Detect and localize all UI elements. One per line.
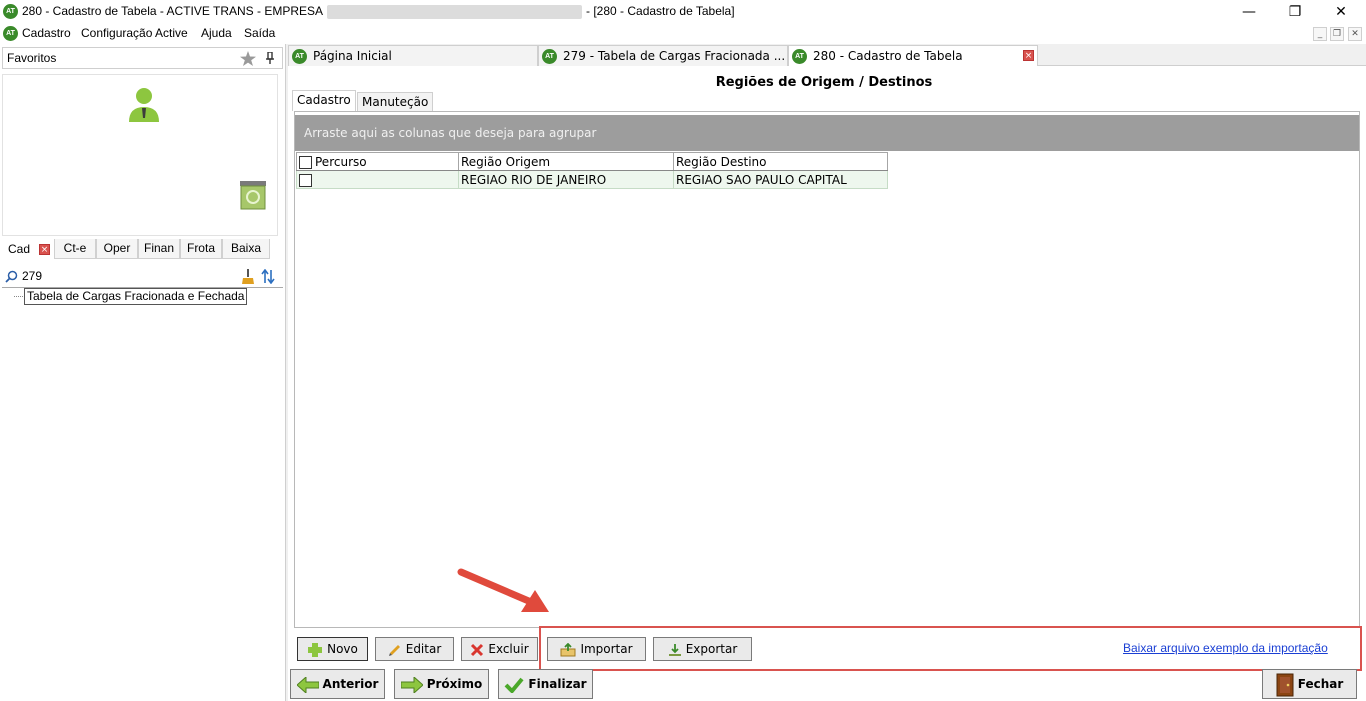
tab-280-cadastro-tabela[interactable]: AT 280 - Cadastro de Tabela × [788,45,1038,67]
menu-ajuda[interactable]: Ajuda [201,26,232,40]
cell-regiao-destino[interactable]: REGIAO SAO PAULO CAPITAL [673,170,888,189]
left-tab-label: Oper [103,241,131,255]
maximize-window-button[interactable]: ❐ [1272,2,1318,22]
pin-icon[interactable] [265,52,275,65]
tree-item-tabela-cargas[interactable]: Tabela de Cargas Fracionada e Fechada [24,288,248,305]
minimize-icon: _ [1317,29,1323,39]
novo-button[interactable]: Novo [297,637,368,661]
left-tab-finan[interactable]: Finan [138,239,180,259]
search-icon [5,270,18,283]
window-title-right: - [280 - Cadastro de Tabela] [586,4,735,18]
left-tab-oper[interactable]: Oper [96,239,138,259]
excluir-button[interactable]: Excluir [461,637,538,661]
fechar-button[interactable]: Fechar [1262,669,1357,699]
left-tab-label: Ct-e [63,241,87,255]
subtab-cadastro[interactable]: Cadastro [292,90,356,111]
main-content: Regiões de Origem / Destinos Cadastro Ma… [288,66,1366,701]
cell-percurso[interactable] [296,170,459,189]
maximize-icon: ❐ [1288,4,1302,20]
mdi-close-button[interactable]: ✕ [1348,27,1362,41]
regions-table: Percurso Região Origem Região Destino RE… [296,152,888,189]
subtab-label: Cadastro [297,93,351,107]
table-row[interactable]: REGIAO RIO DE JANEIRO REGIAO SAO PAULO C… [296,170,888,189]
left-module-tabs: Cad × Ct-e Oper Finan Frota Baixa [2,239,280,259]
column-header-regiao-destino[interactable]: Região Destino [673,152,888,171]
door-exit-icon [1276,673,1294,696]
app-logo-icon: AT [3,4,18,19]
recycle-bin-icon[interactable] [237,179,269,211]
menu-bar: AT Cadastro Configuração Active Ajuda Sa… [0,24,1366,44]
menu-saida[interactable]: Saída [244,26,275,40]
cell-regiao-origem[interactable]: REGIAO RIO DE JANEIRO [458,170,674,189]
user-icon[interactable] [127,87,161,123]
column-header-percurso[interactable]: Percurso [296,152,459,171]
plus-icon [308,642,323,657]
close-icon: ✕ [1351,29,1359,39]
left-panel: Favoritos Cad × Ct-e Oper Finan Frota Ba… [0,44,286,701]
restore-icon: ❐ [1332,29,1342,39]
subtab-label: Manuteção [362,95,429,109]
arrow-right-icon [400,676,423,693]
favorites-bar: Favoritos [2,47,283,69]
left-tab-cte[interactable]: Ct-e [54,239,96,259]
window-title: 280 - Cadastro de Tabela - ACTIVE TRANS … [22,4,735,19]
mdi-minimize-button[interactable]: _ [1313,27,1327,41]
left-tab-frota[interactable]: Frota [180,239,222,259]
left-tab-label: Finan [143,241,175,255]
broom-clear-icon[interactable] [242,269,254,284]
window-title-left: 280 - Cadastro de Tabela - ACTIVE TRANS … [22,4,324,18]
proximo-button[interactable]: Próximo [394,669,489,699]
left-tab-baixa[interactable]: Baixa [222,239,270,259]
minimize-window-button[interactable]: — [1226,2,1272,22]
group-by-panel[interactable]: Arraste aqui as colunas que deseja para … [295,115,1359,151]
close-tab-icon[interactable]: × [1023,50,1034,61]
menu-search-row: 279 [2,266,283,288]
title-bar: AT 280 - Cadastro de Tabela - ACTIVE TRA… [0,0,1366,24]
minimize-icon: — [1242,4,1256,20]
tab-label: 279 - Tabela de Cargas Fracionada ... [563,49,786,63]
sort-icon[interactable] [261,269,275,284]
tree-connector [14,296,23,297]
menu-cadastro[interactable]: Cadastro [22,26,71,40]
tab-279-tabela-cargas[interactable]: AT 279 - Tabela de Cargas Fracionada ... [538,45,788,66]
left-tab-label: Frota [186,241,215,255]
editar-button[interactable]: Editar [375,637,454,661]
left-tab-label: Cad [8,242,31,256]
table-header-row: Percurso Região Origem Região Destino [296,152,888,171]
select-all-checkbox[interactable] [299,155,312,169]
finalizar-button[interactable]: Finalizar [498,669,593,699]
arrow-left-icon [296,676,319,693]
document-tabs: AT Página Inicial AT 279 - Tabela de Car… [288,44,1366,67]
favorites-area [2,74,278,236]
checkmark-icon [504,677,524,693]
app-logo-icon: AT [792,49,807,64]
app-logo-icon: AT [292,49,307,64]
star-icon[interactable] [240,51,256,66]
left-tab-cad[interactable]: Cad × [2,239,54,259]
anterior-button[interactable]: Anterior [290,669,385,699]
favorites-label: Favoritos [7,51,57,65]
app-logo-icon: AT [3,26,18,41]
close-icon: ✕ [1335,4,1347,20]
pencil-icon [388,644,400,656]
redacted-company-name [327,4,583,19]
annotation-arrow-icon [457,568,549,612]
row-checkbox[interactable] [299,173,312,187]
mdi-restore-button[interactable]: ❐ [1330,27,1344,41]
tab-label: Página Inicial [313,49,392,63]
subtab-manutencao[interactable]: Manuteção [357,92,434,111]
tab-label: 280 - Cadastro de Tabela [813,49,963,63]
column-header-regiao-origem[interactable]: Região Origem [458,152,674,171]
left-tab-label: Baixa [230,241,262,255]
menu-configuracao-active[interactable]: Configuração Active [81,26,188,40]
annotation-highlight-box [539,626,1362,671]
page-title: Regiões de Origem / Destinos [715,75,933,90]
delete-x-icon [471,643,484,656]
data-grid: Arraste aqui as colunas que deseja para … [294,111,1360,628]
close-tab-icon[interactable]: × [39,244,50,255]
app-logo-icon: AT [542,49,557,64]
tab-pagina-inicial[interactable]: AT Página Inicial [288,45,538,66]
search-input[interactable]: 279 [22,269,42,283]
close-window-button[interactable]: ✕ [1318,2,1364,22]
